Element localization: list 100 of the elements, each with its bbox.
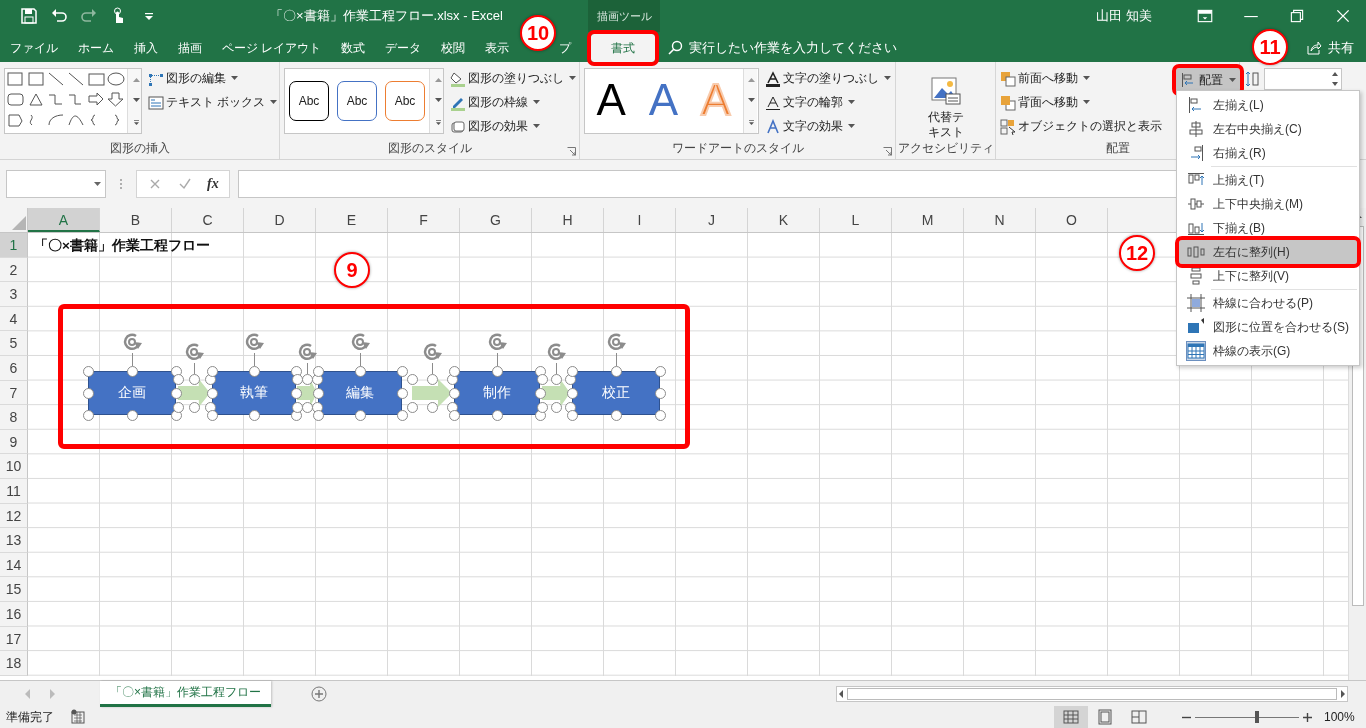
shape-style-option[interactable]: Abc [289,81,329,121]
scroll-down-icon[interactable] [132,98,140,104]
resize-handle[interactable] [206,410,218,421]
column-header[interactable]: H [532,208,604,232]
normal-view-icon[interactable] [1063,709,1079,725]
resize-handle[interactable] [312,366,324,377]
column-header[interactable]: A [28,208,100,232]
row-header[interactable]: 15 [0,577,28,602]
save-icon[interactable] [20,7,38,25]
menu-item[interactable]: 左右中央揃え(C) [1179,117,1357,141]
row-header[interactable]: 7 [0,380,28,406]
row-header[interactable]: 18 [0,651,28,676]
row-header[interactable]: 4 [0,306,28,332]
shape-style-option[interactable]: Abc [337,81,377,121]
process-box[interactable]: 企画 [88,371,176,415]
resize-handle[interactable] [312,410,324,421]
rotate-handle-icon[interactable] [421,341,443,363]
ribbon-command[interactable]: 文字の効果 [765,116,891,137]
search-box[interactable]: 実行したい作業を入力してください [667,34,898,62]
process-box[interactable]: 執筆 [212,371,296,415]
resize-handle[interactable] [566,366,578,377]
resize-handle[interactable] [406,374,418,385]
ribbon-command[interactable]: テキスト ボックス [148,92,278,113]
column-header[interactable]: L [820,208,892,232]
resize-handle[interactable] [491,366,503,377]
resize-handle[interactable] [610,410,622,421]
resize-handle[interactable] [126,366,138,377]
insert-function-button[interactable]: fx [207,176,219,192]
resize-handle[interactable] [448,387,460,399]
restore-icon[interactable] [1288,7,1306,25]
column-header[interactable]: N [964,208,1036,232]
column-header[interactable]: B [100,208,172,232]
resize-handle[interactable] [172,402,184,413]
resize-handle[interactable] [396,410,408,421]
row-header[interactable]: 11 [0,478,28,504]
size-input-field[interactable] [1264,68,1342,90]
scroll-right-icon[interactable] [1339,688,1347,699]
ribbon-tab[interactable]: ファイル [0,34,68,62]
ribbon-command[interactable]: オブジェクトの選択と表示 [1000,116,1162,137]
process-box[interactable]: 編集 [318,371,402,415]
rotate-handle-icon[interactable] [349,331,371,353]
resize-handle[interactable] [654,366,666,377]
rotate-handle-icon[interactable] [486,331,508,353]
resize-handle[interactable] [566,410,578,421]
column-header[interactable]: F [388,208,460,232]
ribbon-tab[interactable]: 校閲 [431,34,476,62]
rotate-handle-icon[interactable] [121,331,143,353]
ribbon-command[interactable]: 文字の輪郭 [765,92,891,113]
share-button[interactable]: 共有 [1306,34,1354,62]
resize-handle[interactable] [566,387,578,399]
scroll-down-icon[interactable] [434,98,442,104]
scroll-down-icon[interactable] [748,98,756,104]
row-header[interactable]: 2 [0,257,28,283]
resize-handle[interactable] [82,366,94,377]
scroll-up-icon[interactable] [434,77,442,83]
rotate-handle-icon[interactable] [545,341,567,363]
resize-handle[interactable] [654,410,666,421]
resize-handle[interactable] [82,387,94,399]
column-header[interactable]: M [892,208,964,232]
arrow-shape[interactable] [412,379,452,407]
resize-handle[interactable] [396,366,408,377]
close-icon[interactable] [1334,7,1352,25]
resize-handle[interactable] [426,374,438,385]
slider-thumb[interactable] [1255,711,1260,723]
alt-text-button[interactable]: 代替テ キスト [915,68,976,140]
menu-item[interactable]: 上下中央揃え(M) [1179,192,1357,216]
column-header[interactable]: G [460,208,532,232]
menu-item[interactable]: 上下に整列(V) [1179,264,1357,288]
resize-handle[interactable] [301,374,313,385]
row-header[interactable]: 14 [0,552,28,578]
ribbon-tab[interactable]: 数式 [331,34,376,62]
resize-handle[interactable] [396,387,408,399]
ribbon-command[interactable]: 文字の塗りつぶし [765,68,891,89]
column-header[interactable]: O [1036,208,1108,232]
row-header[interactable]: 6 [0,355,28,381]
resize-handle[interactable] [188,374,200,385]
menu-item[interactable]: 左揃え(L) [1179,93,1357,117]
resize-handle[interactable] [448,366,460,377]
resize-handle[interactable] [126,410,138,421]
column-header[interactable]: K [748,208,820,232]
ribbon-command[interactable]: 背面へ移動 [1000,92,1162,113]
row-header[interactable]: 13 [0,528,28,553]
ribbon-command[interactable]: 図形の枠線 [450,92,576,113]
menu-item[interactable]: 上揃え(T) [1179,168,1357,192]
scroll-up-icon[interactable] [748,77,756,83]
more-icon[interactable] [748,119,756,125]
rotate-handle-icon[interactable] [296,341,318,363]
resize-handle[interactable] [654,387,666,399]
ribbon-command[interactable]: 前面へ移動 [1000,68,1162,89]
row-header[interactable]: 1 [0,233,28,258]
add-sheet-icon[interactable] [311,685,327,702]
shape-style-option[interactable]: Abc [385,81,425,121]
wordart-style-option[interactable]: A [586,69,637,133]
ribbon-tab[interactable]: 描画 [168,34,212,62]
resize-handle[interactable] [312,387,324,399]
horizontal-scrollbar[interactable] [836,685,1348,702]
resize-handle[interactable] [172,374,184,385]
rotate-handle-icon[interactable] [243,331,265,353]
ribbon-tab[interactable]: ページ レイアウト [212,34,332,62]
ribbon-tab[interactable]: 挿入 [124,34,168,62]
